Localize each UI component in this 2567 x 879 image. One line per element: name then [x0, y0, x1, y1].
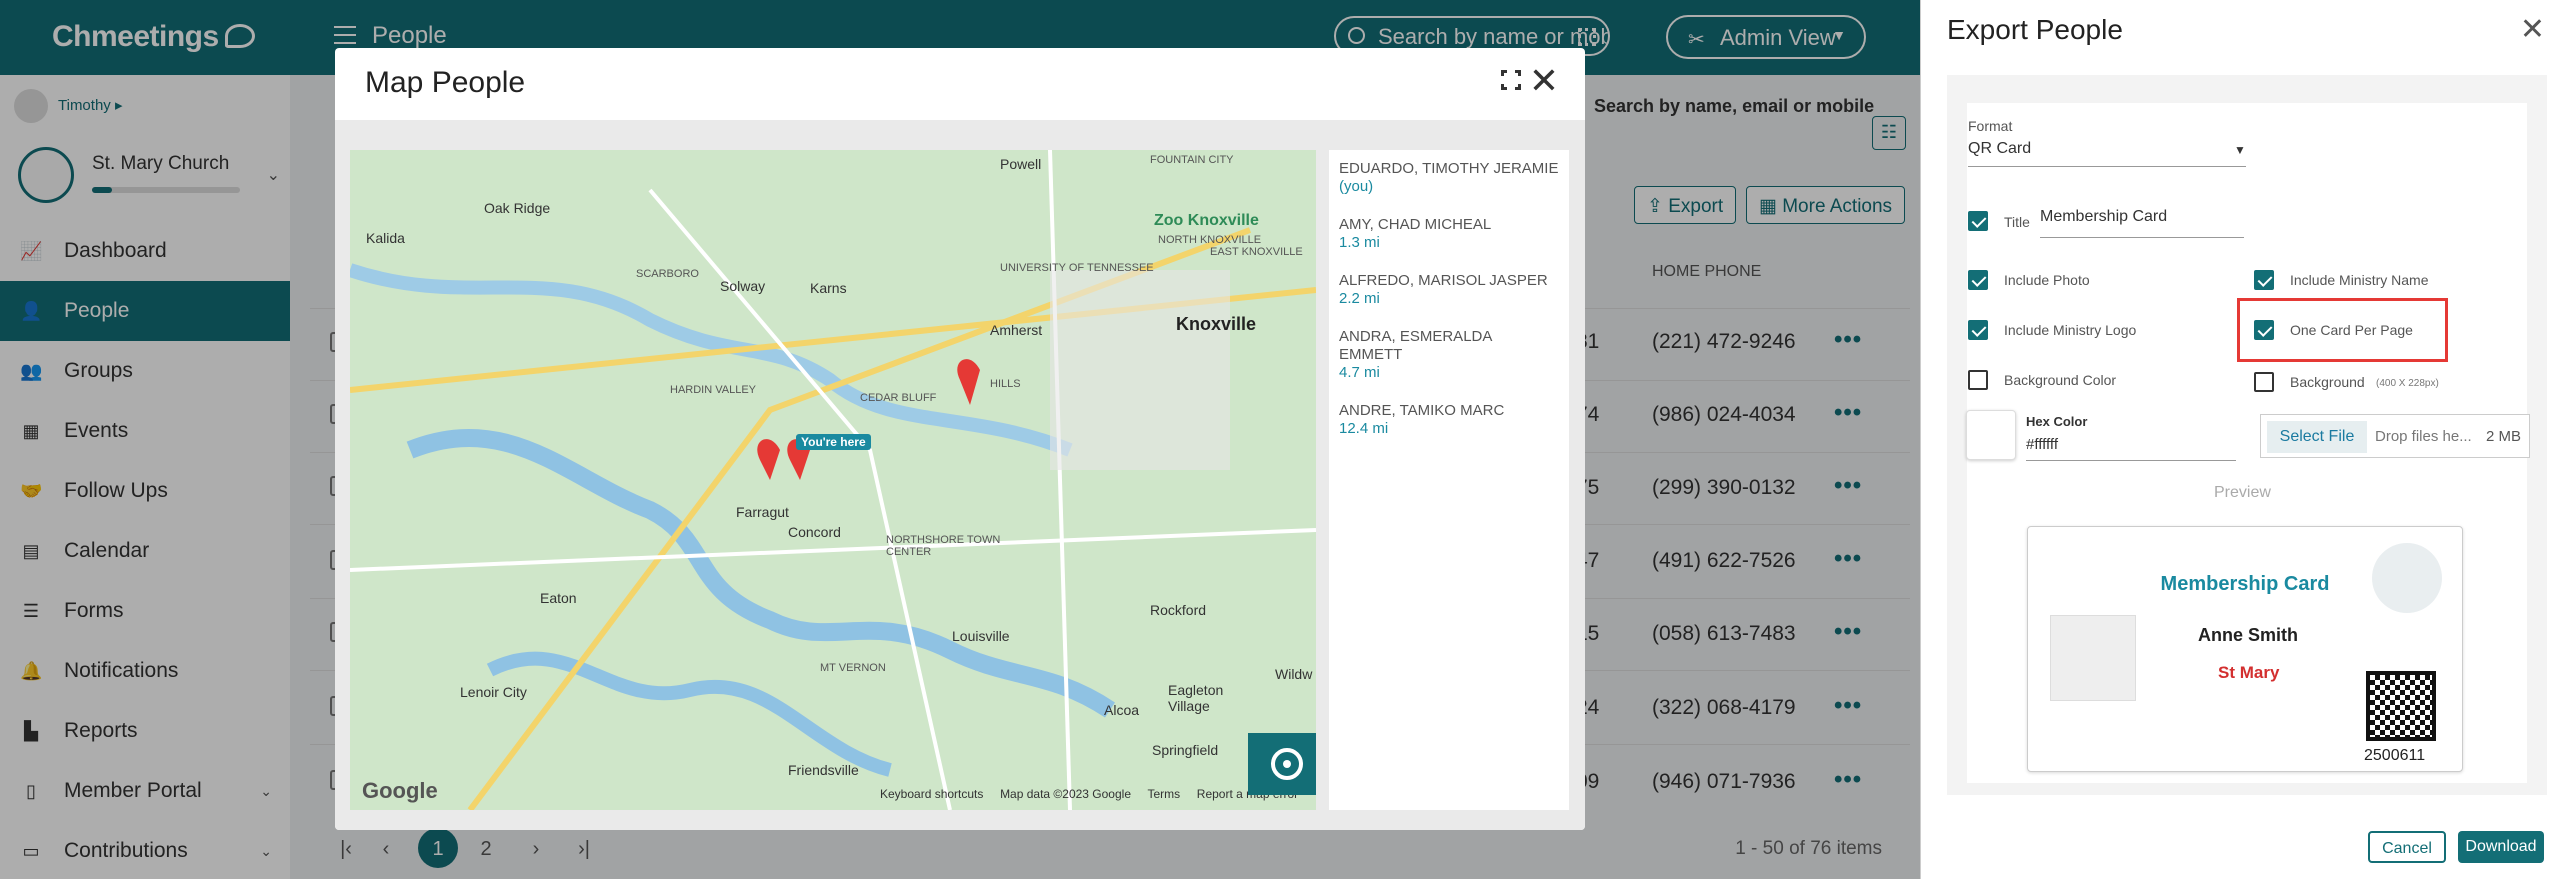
terms-link[interactable]: Terms — [1147, 787, 1180, 801]
map-label: HILLS — [990, 378, 1021, 390]
map-label: Knoxville — [1176, 314, 1257, 334]
modal-body: Oak Ridge Kalida Powell FOUNTAIN CITY Zo… — [335, 120, 1585, 830]
list-item[interactable]: EDUARDO, TIMOTHY JERAMIE (you) — [1339, 160, 1559, 196]
list-item[interactable]: ANDRA, ESMERALDA EMMETT 4.7 mi — [1339, 328, 1559, 382]
include-ministry-name-label: Include Ministry Name — [2290, 272, 2429, 288]
modal-header: Map People ✕ — [335, 48, 1585, 120]
list-item[interactable]: AMY, CHAD MICHEAL 1.3 mi — [1339, 216, 1559, 252]
map-footer: Keyboard shortcuts Map data ©2023 Google… — [880, 787, 1298, 801]
qr-code-icon — [2366, 671, 2436, 741]
map-label: Karns — [810, 280, 847, 296]
list-item[interactable]: ALFREDO, MARISOL JASPER 2.2 mi — [1339, 272, 1559, 308]
google-logo: Google — [362, 778, 438, 803]
map-label: NORTH KNOXVILLE — [1158, 234, 1262, 246]
map-label: Alcoa — [1104, 702, 1140, 718]
list-item[interactable]: ANDRE, TAMIKO MARC 12.4 mi — [1339, 402, 1559, 438]
card-person-name: Anne Smith — [2198, 625, 2299, 645]
map-people-modal: Map People ✕ Oak Ridge Kalida Powell FOU… — [335, 48, 1585, 830]
map-label: Zoo Knoxville — [1154, 212, 1259, 229]
map-label: Louisville — [952, 628, 1010, 644]
card-title: Membership Card — [2160, 573, 2330, 595]
map-label: Wildw — [1275, 666, 1313, 682]
card-church-name: St Mary — [2218, 663, 2280, 682]
panel-title: Export People — [1947, 14, 2123, 45]
cancel-button[interactable]: Cancel — [2368, 831, 2446, 863]
title-label: Title — [2004, 214, 2030, 230]
drop-files-hint: Drop files he... — [2375, 428, 2472, 445]
hex-color-label: Hex Color — [2026, 414, 2088, 429]
color-swatch[interactable] — [1966, 410, 2016, 460]
hex-underline — [2026, 460, 2236, 461]
format-underline — [1968, 166, 2246, 167]
you-are-here-badge: You're here — [796, 434, 871, 450]
map-label: FOUNTAIN CITY — [1150, 154, 1234, 166]
person-photo-icon — [2050, 615, 2136, 701]
modal-title: Map People — [365, 66, 526, 99]
map-label: Lenoir City — [460, 684, 527, 700]
map-label: Friendsville — [788, 762, 859, 778]
fullscreen-icon[interactable] — [1500, 69, 1524, 93]
background-checkbox[interactable] — [2254, 372, 2274, 392]
map-label: NORTHSHORE TOWN CENTER — [886, 534, 1001, 558]
map-label: Rockford — [1150, 602, 1207, 618]
highlight-box — [2237, 298, 2448, 362]
locate-icon — [1271, 748, 1303, 780]
include-ministry-name-checkbox[interactable] — [2254, 270, 2274, 290]
map-data-text: Map data ©2023 Google — [1000, 787, 1131, 801]
map-label: Eaton — [540, 590, 577, 606]
background-color-label: Background Color — [2004, 372, 2117, 388]
file-upload[interactable]: Select File Drop files he... 2 MB — [2260, 414, 2530, 458]
map-label: Solway — [720, 278, 766, 294]
my-location-button[interactable] — [1248, 733, 1316, 795]
max-file-size: 2 MB — [2485, 428, 2521, 445]
include-photo-checkbox[interactable] — [1968, 270, 1988, 290]
background-color-checkbox[interactable] — [1968, 370, 1988, 390]
map-label: UNIVERSITY OF TENNESSEE — [1000, 262, 1154, 274]
map-label: CEDAR BLUFF — [860, 392, 937, 404]
qr-card-preview: Membership Card Anne Smith St Mary 25006… — [2027, 526, 2463, 772]
title-checkbox[interactable] — [1968, 211, 1988, 231]
map-label: Oak Ridge — [484, 200, 551, 216]
map-label: EAST KNOXVILLE — [1210, 246, 1303, 258]
map-label: MT VERNON — [820, 662, 886, 674]
qr-id: 2500611 — [2364, 747, 2426, 764]
preview-label: Preview — [2214, 484, 2271, 501]
close-icon[interactable]: ✕ — [2520, 12, 2545, 47]
map-view[interactable]: Oak Ridge Kalida Powell FOUNTAIN CITY Zo… — [350, 150, 1316, 810]
map-label: Springfield — [1152, 742, 1219, 758]
map-label: Kalida — [366, 230, 405, 246]
title-underline — [2040, 237, 2244, 238]
map-label: Powell — [1000, 156, 1042, 172]
keyboard-shortcuts-link[interactable]: Keyboard shortcuts — [880, 787, 983, 801]
hex-color-input[interactable]: #ffffff — [2026, 436, 2058, 453]
include-ministry-logo-label: Include Ministry Logo — [2004, 322, 2137, 338]
map-label: Eagleton Village — [1168, 682, 1224, 714]
map-label: Concord — [788, 524, 841, 540]
background-size-hint: (400 X 228px) — [2376, 378, 2439, 389]
title-input[interactable]: Membership Card — [2040, 208, 2167, 226]
close-icon[interactable]: ✕ — [1529, 60, 1559, 102]
select-file-button[interactable]: Select File — [2267, 421, 2367, 453]
map-label: HARDIN VALLEY — [670, 384, 756, 396]
include-photo-label: Include Photo — [2004, 272, 2090, 288]
map-label: Amherst — [990, 322, 1043, 338]
map-label: SCARBORO — [636, 268, 699, 280]
background-label: Background — [2290, 374, 2365, 390]
include-ministry-logo-checkbox[interactable] — [1968, 320, 1988, 340]
format-label: Format — [1968, 118, 2013, 134]
download-button[interactable]: Download — [2458, 831, 2544, 863]
chevron-down-icon[interactable]: ▼ — [2234, 143, 2246, 157]
people-app: Chmeetings People Search by name or mobi… — [0, 0, 1920, 879]
map-label: Farragut — [736, 504, 789, 520]
format-select[interactable]: QR Card — [1968, 140, 2031, 158]
map-people-list: EDUARDO, TIMOTHY JERAMIE (you) AMY, CHAD … — [1329, 150, 1569, 810]
